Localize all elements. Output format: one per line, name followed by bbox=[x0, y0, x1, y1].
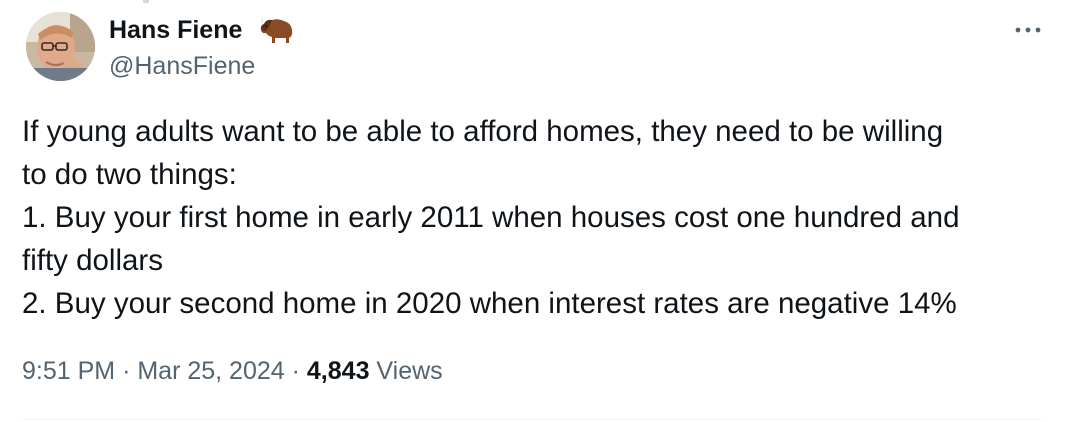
tweet-line: 2. Buy your second home in 2020 when int… bbox=[22, 287, 957, 320]
tweet-time[interactable]: 9:51 PM bbox=[22, 357, 115, 385]
connector-line bbox=[143, 0, 149, 3]
divider bbox=[22, 419, 1042, 420]
meta-separator: · bbox=[291, 357, 300, 385]
tweet-line: If young adults want to be able to affor… bbox=[22, 115, 944, 148]
tweet-line: fifty dollars bbox=[22, 244, 163, 277]
more-horizontal-icon bbox=[1015, 27, 1041, 33]
tweet-metadata: 9:51 PM · Mar 25, 2024 · 4,843 Views bbox=[22, 353, 443, 389]
more-options-button[interactable] bbox=[1008, 18, 1048, 42]
tweet-line: to do two things: bbox=[22, 158, 237, 191]
meta-separator: · bbox=[122, 357, 131, 385]
views-label[interactable]: Views bbox=[376, 357, 442, 385]
bison-icon bbox=[258, 18, 294, 44]
author-handle[interactable]: @HansFiene bbox=[109, 50, 255, 82]
tweet-line: 1. Buy your first home in early 2011 whe… bbox=[22, 201, 960, 234]
previous-content-edge bbox=[0, 0, 1074, 6]
tweet-date[interactable]: Mar 25, 2024 bbox=[137, 357, 284, 385]
author-display-name[interactable]: Hans Fiene bbox=[109, 14, 242, 46]
avatar[interactable] bbox=[26, 12, 95, 81]
views-count[interactable]: 4,843 bbox=[307, 357, 370, 385]
tweet-text: If young adults want to be able to affor… bbox=[22, 110, 1042, 325]
